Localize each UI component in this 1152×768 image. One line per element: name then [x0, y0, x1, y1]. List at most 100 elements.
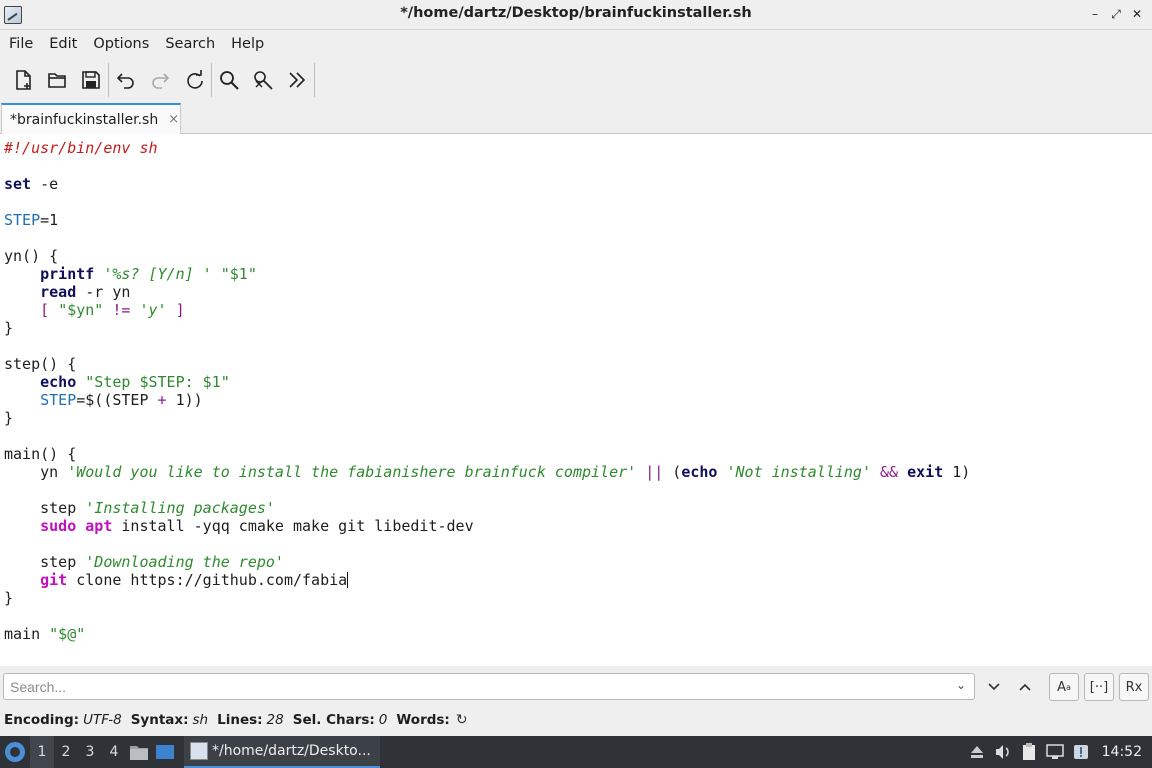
code-line[interactable] — [4, 337, 970, 355]
code-token: } — [4, 589, 14, 607]
code-token: =1 — [40, 211, 59, 229]
code-line[interactable]: #!/usr/bin/env sh — [4, 139, 970, 157]
code-line[interactable] — [4, 481, 970, 499]
menu-options[interactable]: Options — [85, 36, 157, 52]
lines-label: Lines: — [217, 712, 263, 728]
code-line[interactable]: echo "Step $STEP: $1" — [4, 373, 970, 391]
save-icon[interactable] — [74, 63, 108, 97]
code-token: main() { — [4, 445, 77, 463]
code-line[interactable] — [4, 607, 970, 625]
code-line[interactable]: STEP=1 — [4, 211, 970, 229]
code-line[interactable]: } — [4, 409, 970, 427]
chevron-up-icon[interactable] — [1010, 673, 1040, 701]
code-token: git — [40, 571, 68, 589]
selchars-label: Sel. Chars: — [292, 712, 375, 728]
undo-icon[interactable] — [109, 63, 143, 97]
search-input[interactable] — [3, 673, 975, 700]
tab-close-icon[interactable]: × — [168, 112, 179, 127]
chevron-down-icon[interactable] — [979, 673, 1009, 701]
code-token: [ — [40, 301, 50, 319]
whole-word-icon[interactable]: [··] — [1084, 673, 1114, 701]
code-line[interactable] — [4, 535, 970, 553]
code-line[interactable]: sudo apt install -yqq cmake make git lib… — [4, 517, 970, 535]
code-line[interactable] — [4, 427, 970, 445]
menu-file[interactable]: File — [1, 36, 41, 52]
code-line[interactable]: } — [4, 589, 970, 607]
workspace-2[interactable]: 2 — [54, 736, 78, 768]
eject-icon[interactable] — [964, 736, 990, 768]
start-logo-icon — [5, 742, 25, 762]
close-button[interactable]: ✕ — [1128, 4, 1146, 24]
code-text[interactable]: #!/usr/bin/env sh set -e STEP=1 yn() { prin… — [4, 139, 970, 643]
code-token: main — [4, 625, 50, 643]
volume-icon[interactable] — [990, 736, 1016, 768]
code-line[interactable] — [4, 229, 970, 247]
encoding-label: Encoding: — [4, 712, 80, 728]
match-case-icon[interactable]: Aa — [1049, 673, 1079, 701]
workspace-4[interactable]: 4 — [102, 736, 126, 768]
code-line[interactable]: step 'Installing packages' — [4, 499, 970, 517]
encoding-value: UTF-8 — [83, 712, 122, 728]
code-line[interactable]: [ "$yn" != 'y' ] — [4, 301, 970, 319]
code-line[interactable] — [4, 193, 970, 211]
code-line[interactable]: main() { — [4, 445, 970, 463]
start-menu-button[interactable] — [0, 736, 30, 768]
find-icon[interactable] — [212, 63, 246, 97]
code-token: step — [4, 499, 86, 517]
code-token: 'y' — [139, 301, 167, 319]
code-token: ( — [663, 463, 682, 481]
new-file-icon[interactable] — [6, 63, 40, 97]
code-token: set — [4, 175, 32, 193]
workspace-3[interactable]: 3 — [78, 736, 102, 768]
menu-help[interactable]: Help — [223, 36, 272, 52]
menu-edit[interactable]: Edit — [41, 36, 85, 52]
notification-icon[interactable] — [1068, 736, 1094, 768]
code-token: sudo — [40, 517, 77, 535]
selchars-value: 0 — [378, 712, 388, 728]
code-line[interactable]: set -e — [4, 175, 970, 193]
maximize-button[interactable]: ⤢ — [1107, 4, 1125, 24]
status-bar: Encoding: UTF-8 Syntax: sh Lines: 28 Sel… — [0, 708, 1152, 732]
title-bar: */home/dartz/Desktop/brainfuckinstaller.… — [0, 0, 1152, 30]
lines-value: 28 — [266, 712, 284, 728]
code-token: -r yn — [76, 283, 131, 301]
show-desktop-icon[interactable] — [152, 736, 178, 768]
more-icon[interactable] — [280, 63, 314, 97]
menu-search[interactable]: Search — [157, 36, 223, 52]
regex-icon[interactable]: Rx — [1119, 673, 1149, 701]
taskbar-window-featherpad[interactable]: */home/dartz/Deskto... — [184, 736, 380, 768]
code-editor[interactable]: #!/usr/bin/env sh set -e STEP=1 yn() { prin… — [0, 134, 1152, 666]
code-line[interactable]: yn 'Would you like to install the fabian… — [4, 463, 970, 481]
minimize-button[interactable]: – — [1086, 4, 1104, 24]
code-token: "$@" — [49, 625, 86, 643]
code-line[interactable]: git clone https://github.com/fabia — [4, 571, 970, 589]
code-token: || — [645, 463, 664, 481]
code-line[interactable]: main "$@" — [4, 625, 970, 643]
redo-icon[interactable] — [143, 63, 177, 97]
replace-icon[interactable] — [246, 63, 280, 97]
code-token: ] — [175, 301, 185, 319]
reload-icon[interactable] — [177, 63, 211, 97]
workspace-1[interactable]: 1 — [30, 736, 54, 768]
clipboard-icon[interactable] — [1016, 736, 1042, 768]
code-line[interactable]: yn() { — [4, 247, 970, 265]
code-line[interactable]: step() { — [4, 355, 970, 373]
refresh-icon[interactable]: ↻ — [456, 712, 468, 728]
syntax-value: sh — [192, 712, 209, 728]
file-manager-icon[interactable] — [126, 736, 152, 768]
code-line[interactable]: printf '%s? [Y/n] ' "$1" — [4, 265, 970, 283]
code-line[interactable]: step 'Downloading the repo' — [4, 553, 970, 571]
code-line[interactable]: read -r yn — [4, 283, 970, 301]
code-token: } — [4, 319, 14, 337]
open-folder-icon[interactable] — [40, 63, 74, 97]
code-line[interactable]: STEP=$((STEP + 1)) — [4, 391, 970, 409]
network-icon[interactable] — [1042, 736, 1068, 768]
code-line[interactable]: } — [4, 319, 970, 337]
tab-brainfuckinstaller[interactable]: *brainfuckinstaller.sh × — [1, 103, 181, 134]
search-history-dropdown-icon[interactable]: ⌄ — [956, 678, 966, 692]
code-line[interactable] — [4, 157, 970, 175]
